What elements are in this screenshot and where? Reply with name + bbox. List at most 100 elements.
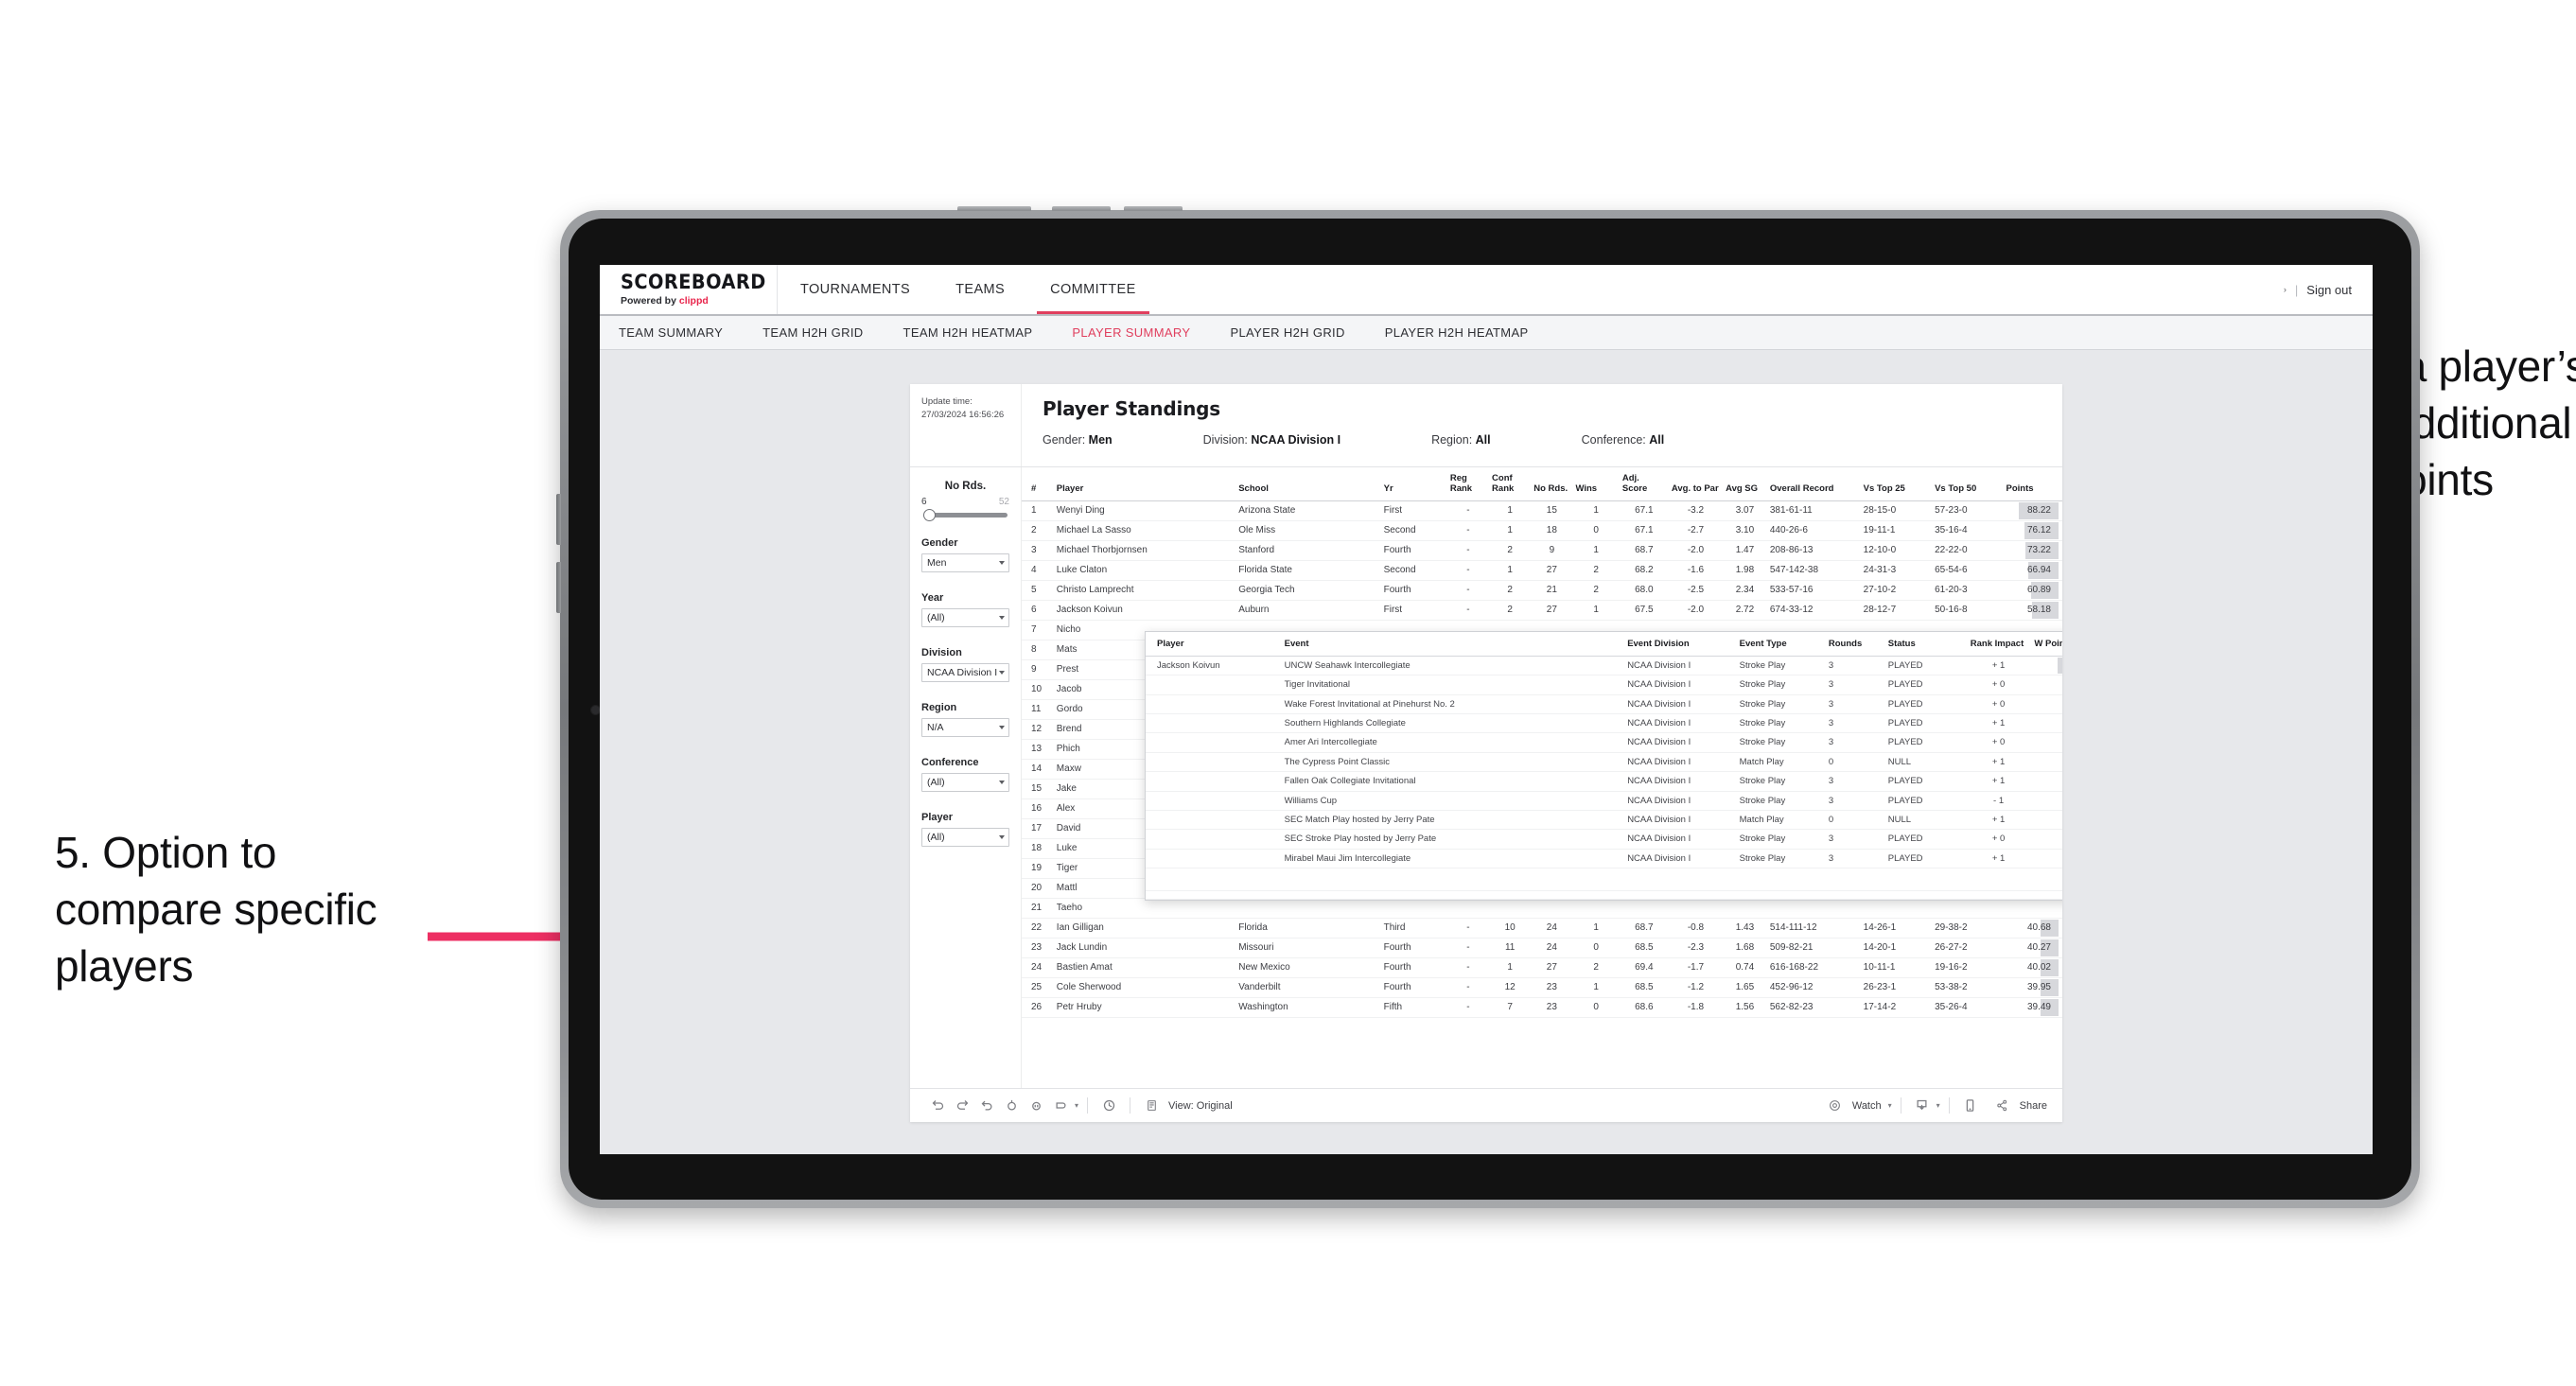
- table-row[interactable]: 26 Petr Hruby Washington Fifth -7 23 0 68.6 -1.8…: [1022, 997, 2062, 1018]
- cell-points[interactable]: 40.27: [2003, 938, 2062, 958]
- col-wins[interactable]: Wins: [1572, 467, 1620, 501]
- col-avg-to-par[interactable]: Avg. to Par: [1668, 467, 1724, 501]
- table-row[interactable]: 21 Taeho: [1022, 898, 2062, 919]
- table-row[interactable]: 4 Luke Claton Florida State Second -1 27 2 68.2…: [1022, 560, 2062, 581]
- table-row[interactable]: 22 Ian Gilligan Florida Third -10 24 1 68.7 -0.8…: [1022, 918, 2062, 939]
- col-avg-sg[interactable]: Avg SG: [1723, 467, 1767, 501]
- cell-points[interactable]: 40.02: [2003, 957, 2062, 978]
- col-player[interactable]: Player: [1053, 467, 1236, 501]
- col-vs-top-25[interactable]: Vs Top 25: [1860, 467, 1933, 501]
- cell-points[interactable]: 39.95: [2003, 977, 2062, 998]
- cell-points[interactable]: 58.18: [2003, 600, 2062, 621]
- standings-table-wrap[interactable]: # Player School Yr Reg Rank Conf Rank No…: [1022, 467, 2062, 1088]
- cell-conf: 1: [1489, 957, 1532, 978]
- region-select[interactable]: N/A: [921, 718, 1009, 737]
- col-no-rds[interactable]: No Rds.: [1531, 467, 1573, 501]
- col-yr[interactable]: Yr: [1380, 467, 1447, 501]
- cell-adj: 68.7: [1619, 540, 1669, 561]
- gender-select[interactable]: Men: [921, 553, 1009, 572]
- viz-body: No Rds. 6 52 Gender Men Year (All) Divis…: [910, 467, 2062, 1088]
- conference-select[interactable]: (All): [921, 773, 1009, 792]
- device-icon[interactable]: [1958, 1094, 1983, 1118]
- col-conf-rank[interactable]: Conf Rank: [1489, 467, 1532, 501]
- tab-team-summary[interactable]: TEAM SUMMARY: [619, 325, 743, 340]
- tablet-volume-button-2[interactable]: [556, 562, 561, 613]
- col-school[interactable]: School: [1235, 467, 1381, 501]
- no-rounds-slider-handle[interactable]: [923, 509, 936, 521]
- col-points[interactable]: Points: [2003, 467, 2062, 501]
- cell-points[interactable]: 73.22: [2003, 540, 2062, 561]
- col-adj-score[interactable]: Adj. Score: [1619, 467, 1669, 501]
- cell-player: Luke Claton: [1053, 560, 1236, 581]
- year-select[interactable]: (All): [921, 608, 1009, 627]
- tab-player-h2h-heatmap[interactable]: PLAYER H2H HEATMAP: [1365, 325, 1549, 340]
- alerts-icon[interactable]: [1048, 1094, 1073, 1118]
- no-rounds-slider[interactable]: [923, 509, 1008, 521]
- cell-school: Missouri: [1235, 938, 1381, 958]
- table-row[interactable]: 2 Michael La Sasso Ole Miss Second -1 18 0 67.1…: [1022, 520, 2062, 541]
- tab-team-h2h-grid[interactable]: TEAM H2H GRID: [743, 325, 883, 340]
- nav-item-committee[interactable]: COMMITTEE: [1027, 265, 1159, 314]
- chevron-right-icon[interactable]: ›: [2284, 285, 2287, 294]
- pause-icon[interactable]: [1024, 1094, 1048, 1118]
- tooltip-cell-event: Amer Ari Intercollegiate: [1280, 732, 1624, 753]
- cell-par: -1.6: [1668, 560, 1724, 581]
- table-row[interactable]: 25 Cole Sherwood Vanderbilt Fourth -12 23 1 68.…: [1022, 977, 2062, 998]
- table-row[interactable]: 6 Jackson Koivun Auburn First -2 27 1 67.5 -2.0 2…: [1022, 600, 2062, 621]
- refresh-icon[interactable]: [999, 1094, 1024, 1118]
- share-button[interactable]: Share: [1990, 1094, 2047, 1118]
- tooltip-cell-rounds: 3: [1824, 694, 1884, 715]
- nav-item-tournaments[interactable]: TOURNAMENTS: [778, 265, 934, 314]
- tooltip-table-body: Jackson Koivun UNCW Seahawk Intercollegia…: [1146, 656, 2062, 901]
- tab-player-summary[interactable]: PLAYER SUMMARY: [1052, 325, 1210, 340]
- cell-points[interactable]: 66.94: [2003, 560, 2062, 581]
- table-row[interactable]: 24 Bastien Amat New Mexico Fourth -1 27 2 69.4-…: [1022, 957, 2062, 978]
- tablet-volume-button[interactable]: [556, 494, 561, 545]
- cell-wins: 0: [1572, 520, 1620, 541]
- player-select[interactable]: (All): [921, 828, 1009, 847]
- cell-points[interactable]: [2003, 898, 2062, 919]
- download-icon[interactable]: [1910, 1094, 1935, 1118]
- cell-points[interactable]: 88.22: [2003, 500, 2062, 521]
- header-filter-division: Division: NCAA Division I: [1203, 433, 1341, 447]
- cell-reg: -: [1446, 938, 1490, 958]
- table-row[interactable]: 5 Christo Lamprecht Georgia Tech Fourth -2 21…: [1022, 580, 2062, 601]
- table-row[interactable]: 1 Wenyi Ding Arizona State First -1 15 1 67.1 -3…: [1022, 500, 2062, 521]
- tip-col-player: Player: [1146, 632, 1281, 657]
- cell-t50: [1932, 898, 2004, 919]
- cell-school: Ole Miss: [1235, 520, 1381, 541]
- brand-logo[interactable]: SCOREBOARD Powered by clippd: [600, 265, 778, 314]
- cell-points[interactable]: 60.89: [2003, 580, 2062, 601]
- sign-out-link[interactable]: Sign out: [2306, 283, 2352, 297]
- tablet-power-button[interactable]: [957, 206, 1031, 211]
- nav-item-teams[interactable]: TEAMS: [933, 265, 1028, 314]
- cell-school: Florida: [1235, 918, 1381, 939]
- cell-points[interactable]: 76.12: [2003, 520, 2062, 541]
- cell-points[interactable]: 40.68: [2003, 918, 2062, 939]
- watch-caret-icon[interactable]: ▾: [1888, 1101, 1892, 1110]
- watch-button[interactable]: Watch ▾: [1823, 1094, 1892, 1118]
- filter-gender-label: Gender: [921, 537, 958, 549]
- alerts-caret-icon[interactable]: ▾: [1075, 1101, 1078, 1110]
- col-vs-top-50[interactable]: Vs Top 50: [1932, 467, 2004, 501]
- cell-points[interactable]: 39.49: [2003, 997, 2062, 1018]
- revert-icon[interactable]: [974, 1094, 999, 1118]
- cell-sg: 1.56: [1723, 997, 1767, 1018]
- header-filter-conference-label: Conference:: [1581, 433, 1646, 447]
- col-reg-rank[interactable]: Reg Rank: [1446, 467, 1490, 501]
- redo-icon[interactable]: [950, 1094, 974, 1118]
- table-row[interactable]: 3 Michael Thorbjornsen Stanford Fourth -2 9 1 6…: [1022, 540, 2062, 561]
- tab-player-h2h-grid[interactable]: PLAYER H2H GRID: [1210, 325, 1364, 340]
- col-overall-rec[interactable]: Overall Record: [1766, 467, 1861, 501]
- tab-team-h2h-heatmap[interactable]: TEAM H2H HEATMAP: [884, 325, 1053, 340]
- table-row[interactable]: 23 Jack Lundin Missouri Fourth -11 24 0 68.5 -2.…: [1022, 938, 2062, 958]
- cell-adj: 69.4: [1619, 957, 1669, 978]
- view-original-button[interactable]: View: Original: [1139, 1094, 1233, 1118]
- undo-icon[interactable]: [925, 1094, 950, 1118]
- cell-rec: 208-86-13: [1766, 540, 1861, 561]
- tooltip-cell-impact: + 1: [1966, 771, 2031, 792]
- col-rank[interactable]: #: [1022, 467, 1054, 501]
- clock-icon[interactable]: [1096, 1094, 1121, 1118]
- download-caret-icon[interactable]: ▾: [1936, 1101, 1940, 1110]
- division-select[interactable]: NCAA Division I: [921, 663, 1009, 682]
